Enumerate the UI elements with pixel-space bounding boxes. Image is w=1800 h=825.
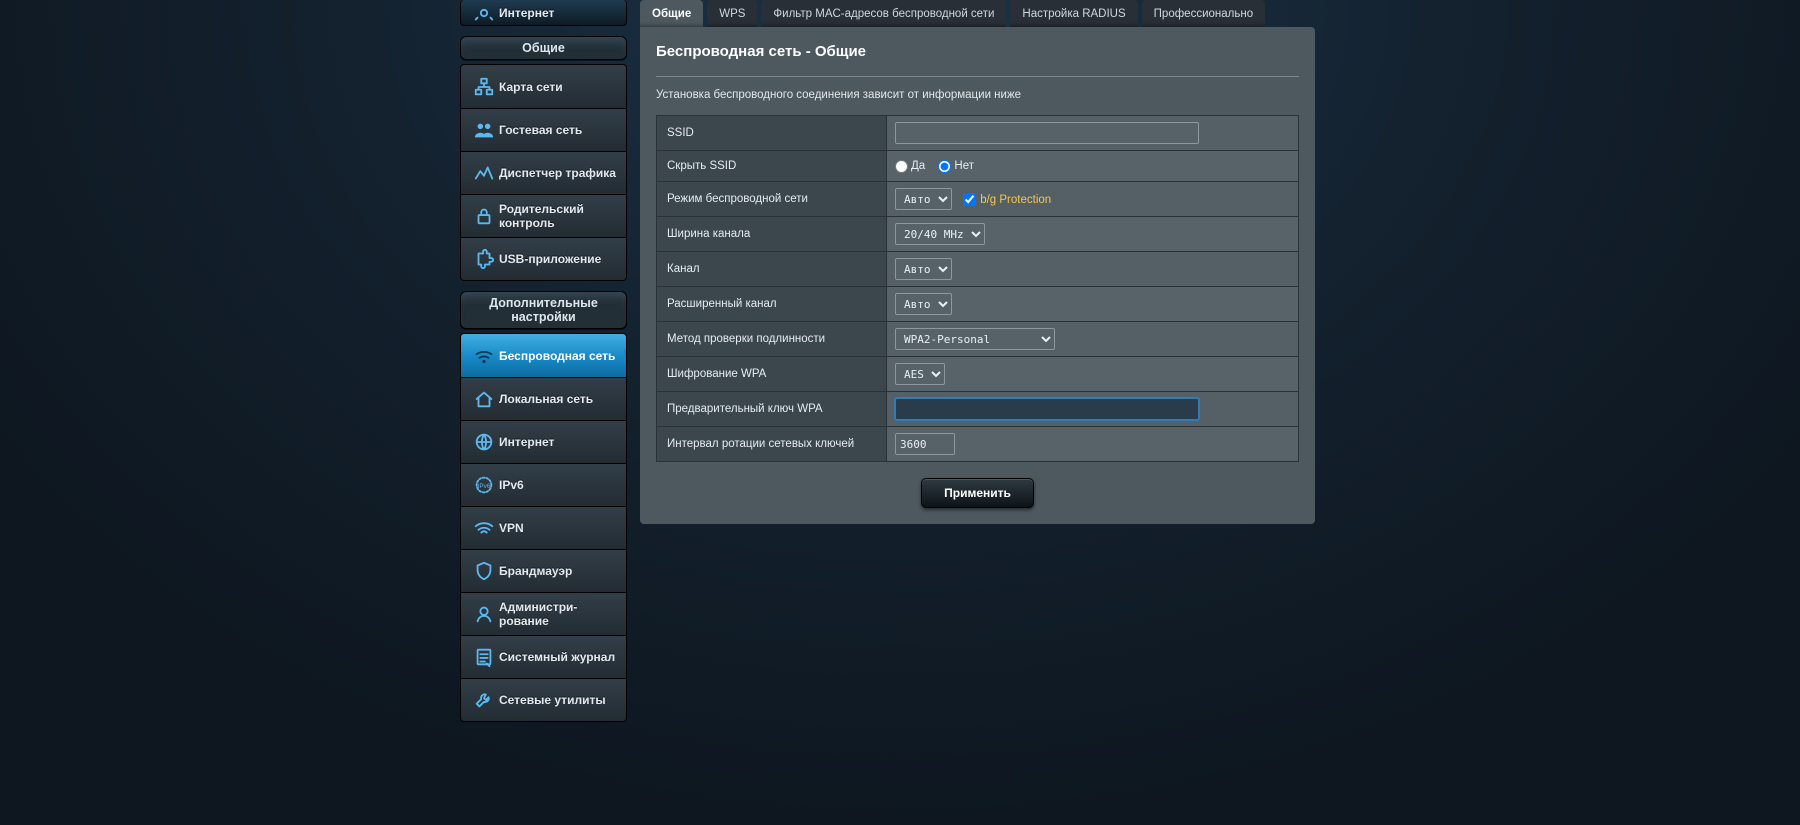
sidebar-item-traffic-manager[interactable]: Диспетчер трафика [461,151,626,194]
label-encryption: Шифрование WPA [657,357,887,392]
log-icon [469,646,499,668]
label-ext-channel: Расширенный канал [657,287,887,322]
sidebar-group-advanced-title: Дополнительные настройки [460,291,627,329]
content-area: Общие WPS Фильтр MAC-адресов беспроводно… [640,0,1315,722]
home-icon [469,388,499,410]
sidebar-item-label: Администри-рование [499,600,626,628]
tab-mac-filter[interactable]: Фильтр MAC-адресов беспроводной сети [761,0,1006,27]
hide-ssid-no-label[interactable]: Нет [938,160,974,172]
tab-radius[interactable]: Настройка RADIUS [1010,0,1137,27]
encryption-select[interactable]: AES [895,363,945,385]
ipv6-icon: IPv6 [469,474,499,496]
sidebar-item-label: Системный журнал [499,650,615,664]
wifi-icon [469,345,499,367]
bg-protection-checkbox[interactable] [963,193,976,206]
sidebar: Интернет Общие Карта сети Гостевая сеть … [460,0,627,722]
tab-bar: Общие WPS Фильтр MAC-адресов беспроводно… [640,0,1315,27]
sidebar-item-label: VPN [499,521,524,535]
tab-professional[interactable]: Профессионально [1142,0,1265,27]
panel-description: Установка беспроводного соединения завис… [656,89,1299,101]
sidebar-item-parental-control[interactable]: Родительский контроль [461,194,626,237]
label-psk: Предварительный ключ WPA [657,392,887,427]
sidebar-item-label: IPv6 [499,478,524,492]
sidebar-top-internet[interactable]: Интернет [460,0,627,26]
sidebar-group-advanced: Беспроводная сеть Локальная сеть Интерне… [460,333,627,722]
sidebar-item-vpn[interactable]: VPN [461,506,626,549]
label-bandwidth: Ширина канала [657,217,887,252]
sidebar-item-usb-app[interactable]: USB-приложение [461,237,626,280]
sidebar-item-label: Интернет [499,435,554,449]
sidebar-item-label: Родительский контроль [499,202,626,230]
globe-icon [469,431,499,453]
sidebar-item-label: Локальная сеть [499,392,593,406]
sidebar-item-nettools[interactable]: Сетевые утилиты [461,678,626,721]
sidebar-top-label: Интернет [499,6,554,20]
sidebar-group-general: Карта сети Гостевая сеть Диспетчер трафи… [460,64,627,281]
tab-general[interactable]: Общие [640,0,703,27]
vpn-icon [469,517,499,539]
sidebar-item-syslog[interactable]: Системный журнал [461,635,626,678]
sidebar-item-guest-network[interactable]: Гостевая сеть [461,108,626,151]
sidebar-item-label: Карта сети [499,80,563,94]
sidebar-item-wireless[interactable]: Беспроводная сеть [461,334,626,377]
lock-icon [469,205,499,227]
sidebar-item-ipv6[interactable]: IPv6 IPv6 [461,463,626,506]
traffic-icon [469,162,499,184]
tab-wps[interactable]: WPS [707,0,757,27]
sidebar-item-admin[interactable]: Администри-рование [461,592,626,635]
label-rekey: Интервал ротации сетевых ключей [657,427,887,462]
sidebar-item-label: Диспетчер трафика [499,166,616,180]
sidebar-item-label: Брандмауэр [499,564,572,578]
tools-icon [469,689,499,711]
hide-ssid-yes-label[interactable]: Да [895,160,925,172]
bg-protection-label[interactable]: b/g Protection [963,194,1051,206]
sidebar-item-label: Гостевая сеть [499,123,582,137]
sidebar-item-network-map[interactable]: Карта сети [461,65,626,108]
label-wireless-mode: Режим беспроводной сети [657,182,887,217]
hide-ssid-no-radio[interactable] [938,160,951,173]
internet-status-icon [469,2,499,24]
hide-ssid-yes-radio[interactable] [895,160,908,173]
sidebar-item-label: USB-приложение [499,252,601,266]
auth-method-select[interactable]: WPA2-Personal [895,328,1055,350]
rekey-input[interactable] [895,433,955,455]
shield-icon [469,560,499,582]
label-auth: Метод проверки подлинности [657,322,887,357]
sidebar-item-internet[interactable]: Интернет [461,420,626,463]
sidebar-item-firewall[interactable]: Брандмауэр [461,549,626,592]
admin-icon [469,603,499,625]
sidebar-item-lan[interactable]: Локальная сеть [461,377,626,420]
svg-text:IPv6: IPv6 [478,483,491,490]
ext-channel-select[interactable]: Авто [895,293,952,315]
label-channel: Канал [657,252,887,287]
channel-select[interactable]: Авто [895,258,952,280]
sidebar-group-general-title: Общие [460,36,627,60]
psk-input[interactable] [895,398,1199,420]
settings-panel: Беспроводная сеть - Общие Установка бесп… [640,27,1315,524]
wireless-mode-select[interactable]: Авто [895,188,952,210]
label-ssid: SSID [657,116,887,151]
settings-table: SSID Скрыть SSID Да Нет Режим беспроводн… [656,115,1299,462]
apply-button[interactable]: Применить [921,478,1034,508]
sidebar-item-label: Беспроводная сеть [499,349,615,363]
ssid-input[interactable] [895,122,1199,144]
sidebar-item-label: Сетевые утилиты [499,693,606,707]
bandwidth-select[interactable]: 20/40 MHz [895,223,985,245]
panel-title: Беспроводная сеть - Общие [656,43,1299,77]
label-hide-ssid: Скрыть SSID [657,151,887,182]
network-map-icon [469,76,499,98]
puzzle-icon [469,248,499,270]
guest-network-icon [469,119,499,141]
